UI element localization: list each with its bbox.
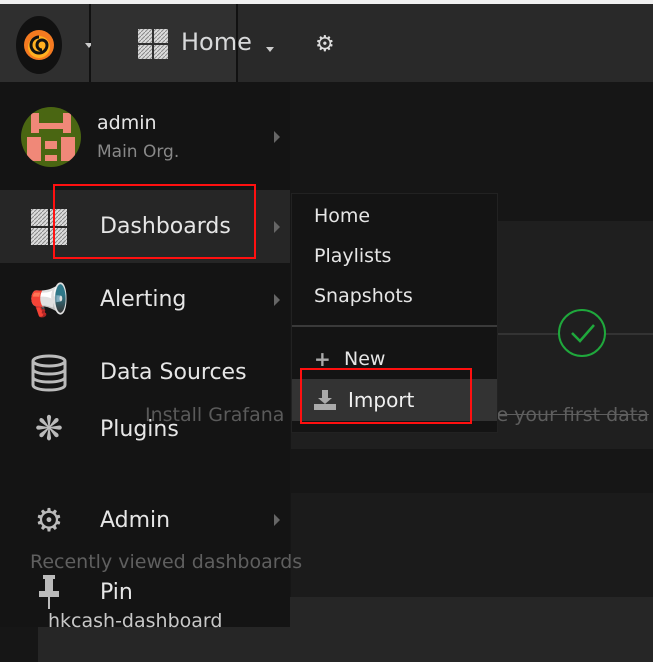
dashboard-grid-icon (138, 29, 168, 59)
sidebar-item-data-sources[interactable]: Data Sources (0, 336, 290, 409)
chevron-right-icon (274, 220, 280, 233)
submenu-item-home[interactable]: Home (314, 205, 370, 227)
chevron-right-icon (274, 131, 280, 143)
pin-icon (24, 574, 74, 611)
highlight-box-dashboards (53, 184, 256, 259)
highlight-box-import (300, 368, 472, 424)
install-step-text: Install Grafana (145, 404, 285, 426)
avatar (21, 107, 81, 167)
sidebar-item-alerting[interactable]: 📢 Alerting (0, 263, 290, 336)
submenu-item-playlists[interactable]: Playlists (314, 245, 391, 267)
sidebar-item-label: Pin (100, 580, 133, 605)
sidebar-item-label: Alerting (100, 287, 187, 312)
chevron-right-icon (274, 293, 280, 306)
dashboard-title: Home (181, 28, 252, 56)
plugins-icon: ❋ (34, 409, 64, 449)
sidebar-item-label: Admin (100, 507, 171, 533)
gear-icon[interactable]: ⚙ (315, 32, 335, 57)
gears-icon: ⚙ (34, 501, 64, 539)
grafana-logo-icon (16, 16, 62, 74)
side-menu: admin Main Org. Dashboards 📢 Alerting Da… (0, 82, 290, 627)
sidebar-item-pin[interactable]: Pin (0, 574, 290, 611)
grafana-menu-button[interactable] (0, 4, 93, 82)
megaphone-icon: 📢 (29, 280, 69, 319)
database-icon (24, 353, 74, 393)
divider (292, 325, 497, 327)
chevron-down-icon (266, 47, 274, 52)
user-name: admin (97, 112, 157, 134)
recent-dashboards-heading: Recently viewed dashboards (30, 551, 303, 573)
submenu-item-snapshots[interactable]: Snapshots (314, 285, 413, 307)
org-name: Main Org. (97, 142, 180, 162)
chevron-right-icon (274, 514, 280, 526)
sidebar-item-admin[interactable]: ⚙ Admin (0, 500, 290, 540)
dashboard-link[interactable]: hkcash-dashboard (48, 610, 222, 632)
submenu-item-label: New (344, 348, 386, 370)
user-profile-item[interactable]: admin Main Org. (0, 102, 290, 172)
check-circle-icon (558, 309, 606, 357)
sidebar-item-label: Data Sources (100, 360, 247, 385)
